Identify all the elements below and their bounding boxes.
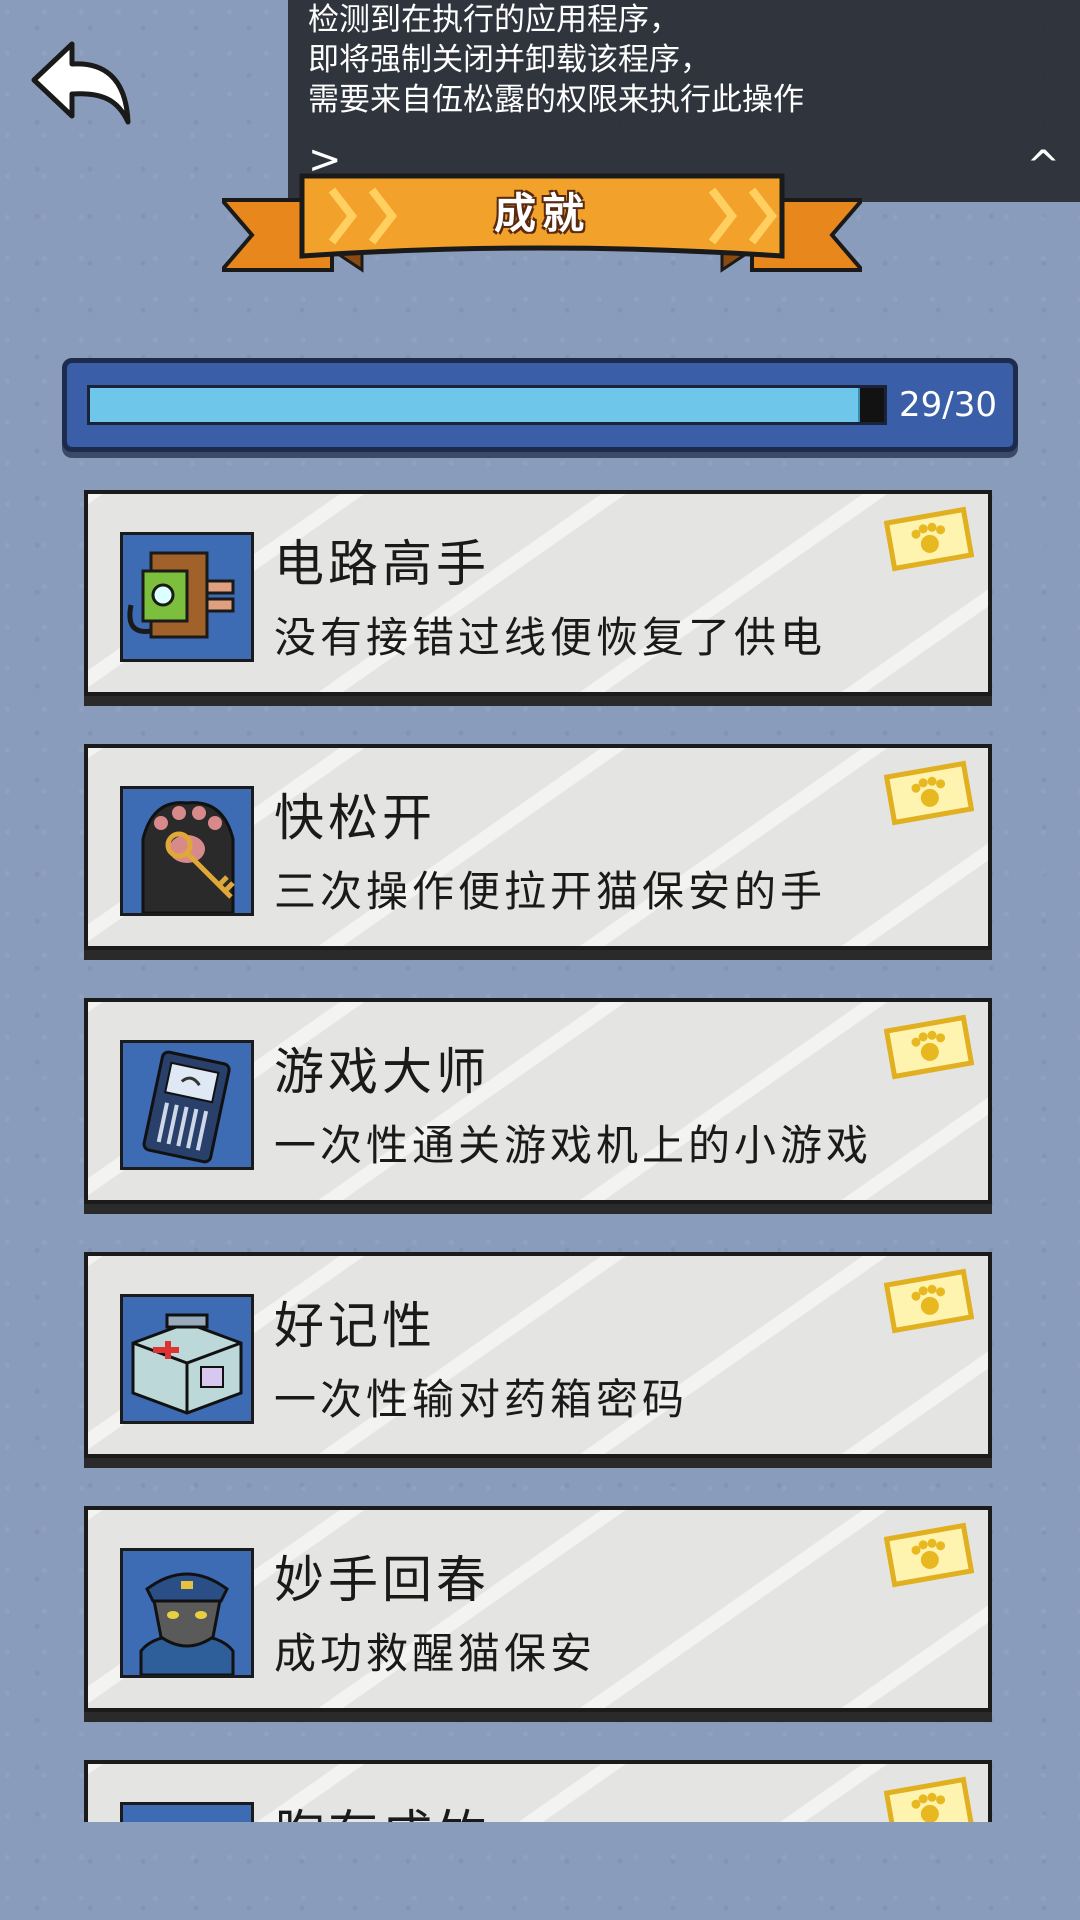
achievement-title: 胸有成竹: [274, 1794, 490, 1822]
achievement-description: 一次性通关游戏机上的小游戏: [274, 1121, 873, 1170]
achievement-title: 游戏大师: [274, 1043, 490, 1101]
achievement-title: 电路高手: [274, 535, 490, 593]
achievement-title: 好记性: [274, 1297, 436, 1355]
achievement-title: 快松开: [274, 789, 436, 847]
achievement-description: 成功救醒猫保安: [274, 1629, 597, 1678]
character-icon: [120, 1802, 254, 1822]
progress-track: [87, 385, 887, 425]
achievement-description: 没有接错过线便恢复了供电: [274, 613, 827, 662]
paw-badge-icon: [884, 1522, 974, 1588]
collapse-button[interactable]: ^: [1026, 146, 1060, 186]
achievement-description: 三次操作便拉开猫保安的手: [274, 867, 827, 916]
achievement-title: 妙手回春: [274, 1551, 490, 1609]
medicine-box-icon: [120, 1294, 254, 1424]
progress-fill: [90, 388, 860, 422]
game-device-icon: [120, 1040, 254, 1170]
achievement-card[interactable]: 好记性 一次性输对药箱密码: [84, 1252, 992, 1458]
achievement-card[interactable]: 快松开 三次操作便拉开猫保安的手: [84, 744, 992, 950]
paw-badge-icon: [884, 1014, 974, 1080]
achievement-card[interactable]: 妙手回春 成功救醒猫保安: [84, 1506, 992, 1712]
cat-guard-icon: [120, 1548, 254, 1678]
notification-line-3: 需要来自伍松露的权限来执行此操作: [308, 82, 804, 118]
back-arrow-icon[interactable]: [28, 36, 132, 132]
power-plug-icon: [120, 532, 254, 662]
achievement-card[interactable]: 游戏大师 一次性通关游戏机上的小游戏: [84, 998, 992, 1204]
paw-badge-icon: [884, 760, 974, 826]
page-title: 成就: [493, 189, 590, 238]
paw-badge-icon: [884, 506, 974, 572]
progress-count: 29/30: [899, 385, 997, 425]
notification-line-1: 检测到在执行的应用程序，: [308, 2, 680, 38]
achievement-progress-bar: 29/30: [62, 358, 1018, 452]
cat-paw-key-icon: [120, 786, 254, 916]
achievement-card[interactable]: 电路高手 没有接错过线便恢复了供电: [84, 490, 992, 696]
achievement-list[interactable]: 电路高手 没有接错过线便恢复了供电 快松开 三次操作便拉开猫保安的手 游戏大师 …: [0, 490, 1080, 1822]
achievement-card[interactable]: 胸有成竹: [84, 1760, 992, 1822]
notification-line-2: 即将强制关闭并卸载该程序，: [308, 42, 711, 78]
paw-badge-icon: [884, 1268, 974, 1334]
paw-badge-icon: [884, 1776, 974, 1822]
achievement-description: 一次性输对药箱密码: [274, 1375, 689, 1424]
